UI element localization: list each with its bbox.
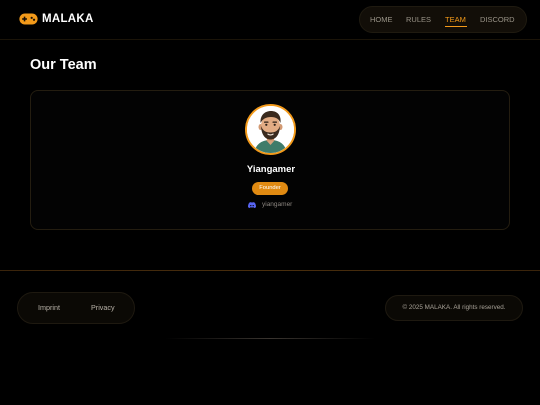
nav-rules[interactable]: RULES [406, 7, 431, 32]
gamepad-icon [19, 13, 38, 25]
nav-team-label: TEAM [445, 15, 466, 24]
copyright-notice: © 2025 MALAKA. All rights reserved. [385, 295, 523, 321]
member-name: Yiangamer [246, 164, 296, 175]
discord-icon [248, 201, 256, 208]
member-discord[interactable]: yiangamer [248, 200, 292, 209]
discord-handle: yiangamer [262, 201, 293, 208]
nav-home[interactable]: HOME [370, 7, 393, 32]
main-nav: HOME RULES TEAM DISCORD [359, 6, 527, 33]
privacy-link[interactable]: Privacy [91, 293, 115, 323]
role-badge: Founder [252, 182, 288, 195]
footer-links: Imprint Privacy [17, 292, 135, 324]
bearded-man-avatar [245, 104, 296, 155]
avatar-illustration [247, 106, 294, 153]
nav-discord[interactable]: DISCORD [480, 7, 515, 32]
team-member-card: Yiangamer Founder yiangamer [30, 90, 510, 230]
footer-divider [0, 270, 540, 271]
imprint-link[interactable]: Imprint [38, 293, 60, 323]
brand-name: MALAKA [42, 13, 94, 25]
nav-team[interactable]: TEAM [441, 7, 471, 32]
brand[interactable]: MALAKA [19, 10, 94, 28]
page-title: Our Team [30, 57, 97, 73]
nav-team-underline [445, 26, 467, 27]
footer-glow-line [165, 338, 375, 339]
site-header: MALAKA HOME RULES TEAM DISCORD [0, 0, 540, 40]
